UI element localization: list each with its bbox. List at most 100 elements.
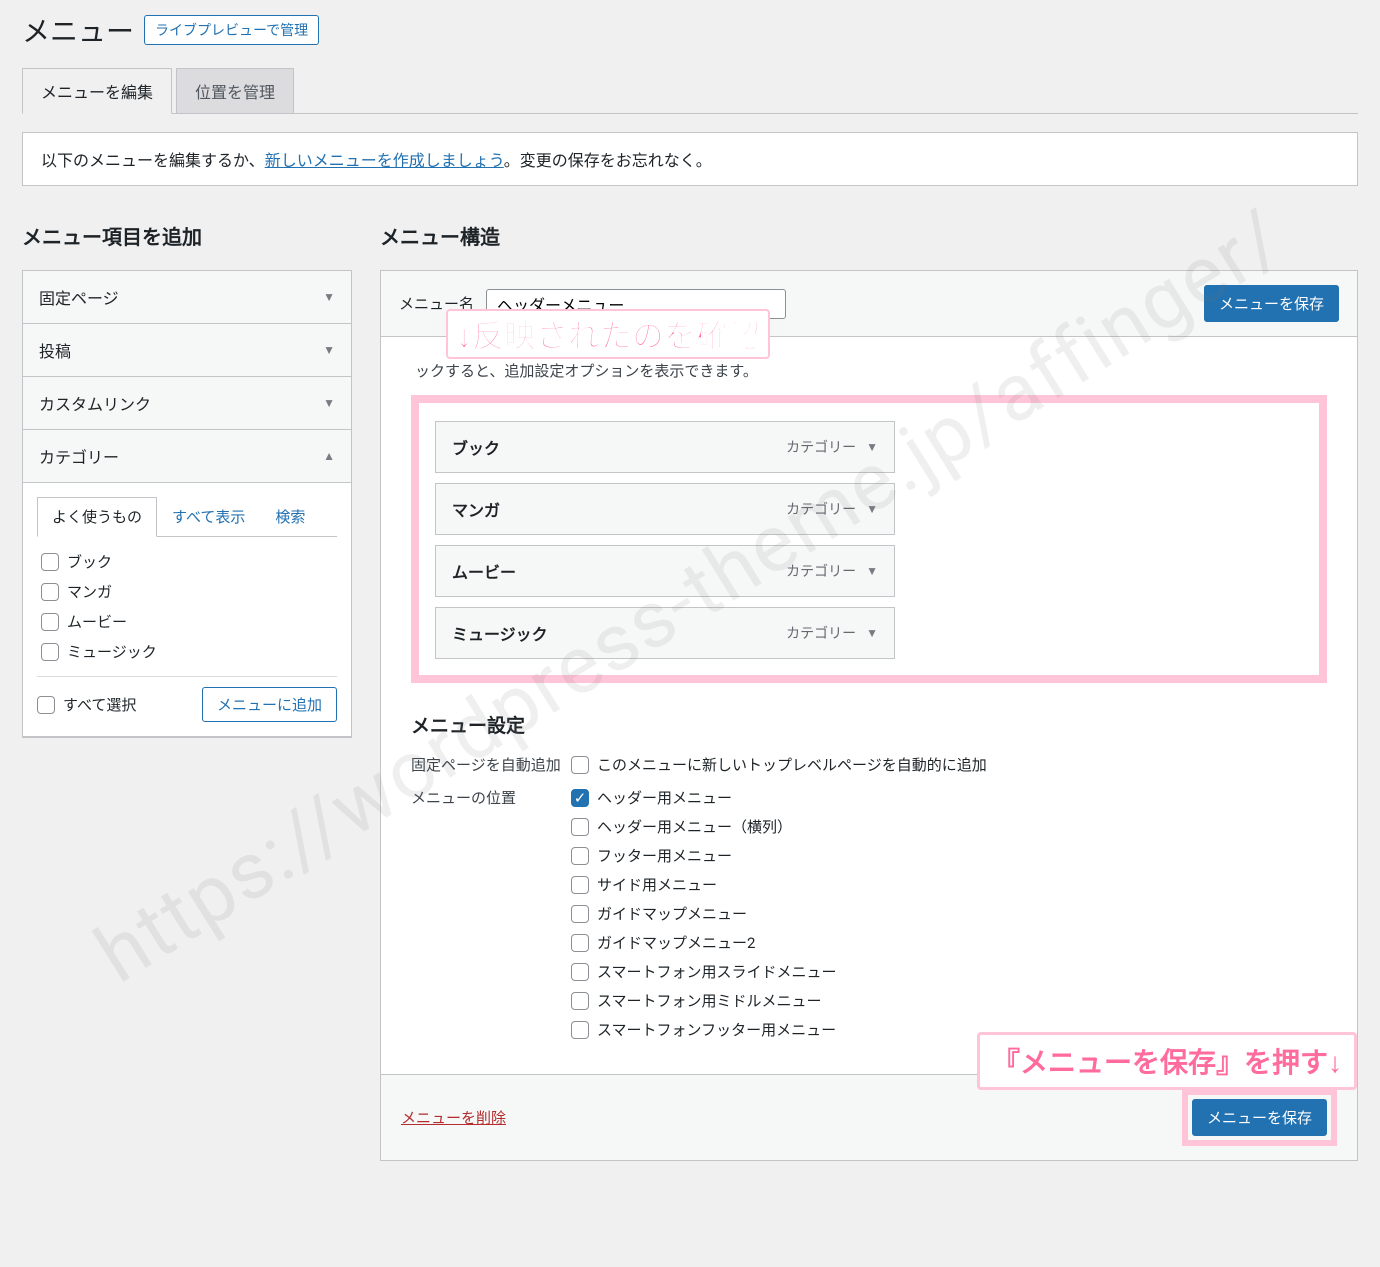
location-label: ガイドマップメニュー — [597, 903, 747, 924]
checkbox-icon[interactable] — [571, 992, 589, 1010]
location-checkbox[interactable]: スマートフォン用ミドルメニュー — [571, 990, 837, 1011]
auto-add-checkbox[interactable]: このメニューに新しいトップレベルページを自動的に追加 — [571, 754, 987, 775]
checkbox-icon[interactable] — [41, 613, 59, 631]
checkbox-icon[interactable] — [571, 876, 589, 894]
caret-down-icon[interactable]: ▼ — [866, 626, 878, 640]
caret-down-icon: ▼ — [323, 343, 335, 357]
structure-title: メニュー構造 — [380, 221, 1358, 250]
location-checkbox[interactable]: ヘッダー用メニュー（横列） — [571, 816, 837, 837]
category-label: ブック — [67, 551, 112, 572]
save-menu-button-bottom[interactable]: メニューを保存 — [1192, 1099, 1327, 1136]
subtab-all[interactable]: すべて表示 — [157, 497, 260, 536]
location-checkbox[interactable]: ガイドマップメニュー — [571, 903, 837, 924]
notice-text-prefix: 以下のメニューを編集するか、 — [41, 151, 265, 170]
location-label: ガイドマップメニュー2 — [597, 932, 755, 953]
checkbox-icon[interactable] — [37, 696, 55, 714]
menu-structure-box: メニュー名 メニューを保存 ↓反映されたのを確認 ックすると、追加設定オプション… — [380, 270, 1358, 1161]
checkbox-icon[interactable]: ✓ — [571, 789, 589, 807]
checkbox-icon[interactable] — [571, 934, 589, 952]
add-items-accordion: 固定ページ ▼ 投稿 ▼ カスタムリンク ▼ カテゴリー ▲ よく使う — [22, 270, 352, 738]
location-checkbox[interactable]: スマートフォン用スライドメニュー — [571, 961, 837, 982]
category-item[interactable]: マンガ — [41, 581, 337, 602]
notice: 以下のメニューを編集するか、新しいメニューを作成しましょう。変更の保存をお忘れな… — [22, 132, 1358, 186]
location-checkbox[interactable]: ガイドマップメニュー2 — [571, 932, 837, 953]
categories-panel: よく使うもの すべて表示 検索 ブック マンガ ムービー ミュージック すべて選… — [23, 483, 351, 737]
checkbox-icon[interactable] — [571, 818, 589, 836]
caret-down-icon[interactable]: ▼ — [866, 564, 878, 578]
category-item[interactable]: ムービー — [41, 611, 337, 632]
annotation-save: 『メニューを保存』を押す↓ — [977, 1032, 1357, 1090]
checkbox-icon[interactable] — [41, 583, 59, 601]
menu-item-title: マンガ — [452, 497, 500, 521]
select-all-label: すべて選択 — [63, 694, 136, 715]
location-checkbox[interactable]: スマートフォンフッター用メニュー — [571, 1019, 837, 1040]
tab-manage-locations[interactable]: 位置を管理 — [176, 68, 294, 113]
location-checkbox[interactable]: サイド用メニュー — [571, 874, 837, 895]
auto-add-text: このメニューに新しいトップレベルページを自動的に追加 — [597, 754, 987, 775]
subtab-search[interactable]: 検索 — [260, 497, 320, 536]
auto-add-label: 固定ページを自動追加 — [411, 754, 571, 775]
live-preview-button[interactable]: ライブプレビューで管理 — [144, 15, 319, 45]
annotation-confirm: ↓反映されたのを確認 — [446, 309, 770, 359]
checkbox-icon[interactable] — [571, 963, 589, 981]
notice-text-suffix: 。変更の保存をお忘れなく。 — [504, 151, 712, 170]
location-checkbox[interactable]: ✓ ヘッダー用メニュー — [571, 787, 837, 808]
checkbox-icon[interactable] — [571, 756, 589, 774]
menu-item[interactable]: ミュージック カテゴリー ▼ — [435, 607, 895, 659]
accordion-posts[interactable]: 投稿 ▼ — [23, 324, 351, 377]
menu-item-title: ミュージック — [452, 621, 548, 645]
checkbox-icon[interactable] — [571, 1021, 589, 1039]
location-label: ヘッダー用メニュー — [597, 787, 732, 808]
tab-edit-menus[interactable]: メニューを編集 — [22, 68, 172, 114]
menu-item[interactable]: ブック カテゴリー ▼ — [435, 421, 895, 473]
delete-menu-link[interactable]: メニューを削除 — [401, 1107, 506, 1128]
location-label: スマートフォン用ミドルメニュー — [597, 990, 822, 1011]
page-title: メニュー — [22, 10, 134, 50]
menu-settings-title: メニュー設定 — [411, 711, 1327, 738]
menu-item[interactable]: マンガ カテゴリー ▼ — [435, 483, 895, 535]
menu-item-type: カテゴリー — [786, 437, 856, 457]
accordion-pages[interactable]: 固定ページ ▼ — [23, 271, 351, 324]
caret-down-icon[interactable]: ▼ — [866, 440, 878, 454]
add-to-menu-button[interactable]: メニューに追加 — [202, 687, 337, 722]
category-label: ムービー — [67, 611, 127, 632]
menu-item-type: カテゴリー — [786, 561, 856, 581]
location-checkbox[interactable]: フッター用メニュー — [571, 845, 837, 866]
checkbox-icon[interactable] — [41, 553, 59, 571]
location-label: メニューの位置 — [411, 787, 571, 1040]
add-items-title: メニュー項目を追加 — [22, 221, 352, 250]
create-menu-link[interactable]: 新しいメニューを作成しましょう — [265, 151, 504, 170]
menu-item-title: ブック — [452, 435, 500, 459]
accordion-categories[interactable]: カテゴリー ▲ — [23, 430, 351, 483]
location-label: スマートフォンフッター用メニュー — [597, 1019, 836, 1040]
menu-item-title: ムービー — [452, 559, 516, 583]
caret-down-icon: ▼ — [323, 396, 335, 410]
category-item[interactable]: ミュージック — [41, 641, 337, 662]
nav-tabs: メニューを編集 位置を管理 — [22, 68, 1358, 114]
checkbox-icon[interactable] — [571, 847, 589, 865]
structure-hint: ックすると、追加設定オプションを表示できます。 — [411, 359, 1327, 383]
highlight-frame-save: メニューを保存 — [1182, 1089, 1337, 1146]
highlight-frame: ブック カテゴリー▼ マンガ カテゴリー▼ ムービー カテゴリー▼ ミュージ — [411, 395, 1327, 683]
category-label: マンガ — [67, 581, 112, 602]
select-all[interactable]: すべて選択 — [37, 694, 136, 715]
caret-down-icon: ▼ — [323, 290, 335, 304]
menu-item-type: カテゴリー — [786, 499, 856, 519]
save-menu-button-top[interactable]: メニューを保存 — [1204, 285, 1339, 322]
category-label: ミュージック — [67, 641, 157, 662]
checkbox-icon[interactable] — [41, 643, 59, 661]
category-item[interactable]: ブック — [41, 551, 337, 572]
menu-item[interactable]: ムービー カテゴリー ▼ — [435, 545, 895, 597]
checkbox-icon[interactable] — [571, 905, 589, 923]
accordion-pages-label: 固定ページ — [39, 285, 119, 309]
location-label: フッター用メニュー — [597, 845, 732, 866]
caret-up-icon: ▲ — [323, 449, 335, 463]
accordion-categories-label: カテゴリー — [39, 444, 119, 468]
subtab-frequent[interactable]: よく使うもの — [37, 497, 157, 537]
accordion-posts-label: 投稿 — [39, 338, 71, 362]
accordion-custom-links[interactable]: カスタムリンク ▼ — [23, 377, 351, 430]
location-label: ヘッダー用メニュー（横列） — [597, 816, 792, 837]
menu-item-type: カテゴリー — [786, 623, 856, 643]
caret-down-icon[interactable]: ▼ — [866, 502, 878, 516]
location-label: サイド用メニュー — [597, 874, 717, 895]
